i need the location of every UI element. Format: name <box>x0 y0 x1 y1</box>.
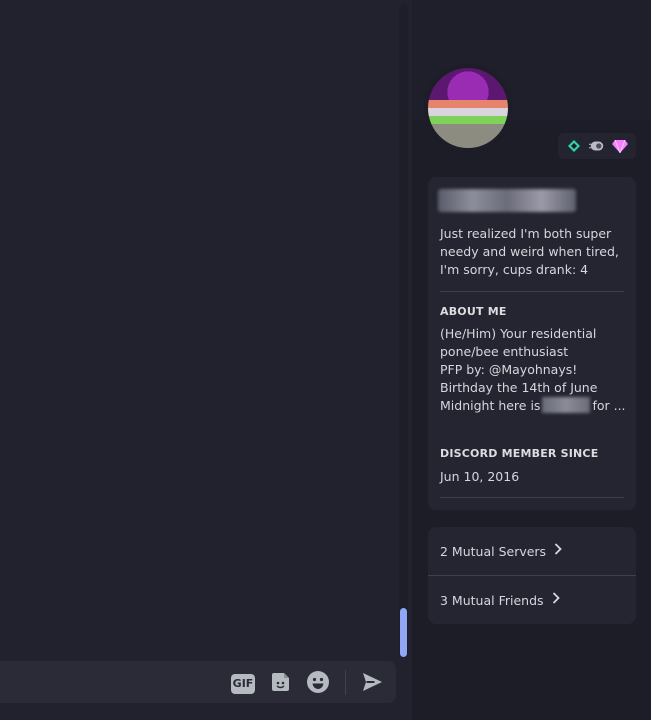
chevron-right-icon <box>552 592 560 608</box>
chat-area: GIF <box>0 0 412 720</box>
about-midnight-prefix: Midnight here is <box>440 398 541 413</box>
gif-label: GIF <box>231 673 255 694</box>
profile-info-card: Just realized I'm both super needy and w… <box>428 177 636 510</box>
mutual-friends-link[interactable]: 3 Mutual Friends <box>428 576 636 624</box>
hypesquad-balance-icon[interactable] <box>566 138 582 154</box>
username-redacted <box>438 189 576 212</box>
chevron-right-icon <box>554 543 562 559</box>
about-me-text: (He/Him) Your residential pone/bee enthu… <box>440 325 630 415</box>
gem-icon[interactable] <box>612 138 629 154</box>
mutuals-card: 2 Mutual Servers 3 Mutual Friends <box>428 527 636 624</box>
redacted-text <box>542 397 591 413</box>
mutual-servers-link[interactable]: 2 Mutual Servers <box>428 527 636 575</box>
nitro-boost-icon[interactable] <box>588 138 605 154</box>
avatar[interactable] <box>428 68 508 148</box>
composer-divider <box>345 670 346 695</box>
about-me-heading: ABOUT ME <box>440 305 507 318</box>
scrollbar-track[interactable] <box>399 4 408 658</box>
user-profile-panel: Just realized I'm both super needy and w… <box>412 0 651 720</box>
divider <box>440 497 624 498</box>
custom-status: Just realized I'm both super needy and w… <box>440 226 619 277</box>
mutual-servers-label: 2 Mutual Servers <box>440 543 547 559</box>
divider <box>440 291 624 292</box>
emoji-button[interactable] <box>305 669 331 695</box>
message-composer[interactable]: GIF <box>0 661 396 703</box>
sticker-button[interactable] <box>268 669 294 695</box>
sticker-icon <box>272 673 289 691</box>
scrollbar-thumb[interactable] <box>400 608 407 657</box>
badge-list <box>558 133 636 159</box>
about-me-lines: (He/Him) Your residential pone/bee enthu… <box>440 326 598 395</box>
about-midnight-suffix: for ... <box>592 398 626 413</box>
member-since-heading: DISCORD MEMBER SINCE <box>440 447 599 460</box>
send-button[interactable] <box>359 669 385 695</box>
smiley-icon <box>307 671 329 693</box>
send-icon <box>363 673 382 691</box>
member-since-date: Jun 10, 2016 <box>440 469 520 484</box>
gif-button[interactable]: GIF <box>230 669 256 695</box>
mutual-friends-label: 3 Mutual Friends <box>440 592 544 608</box>
